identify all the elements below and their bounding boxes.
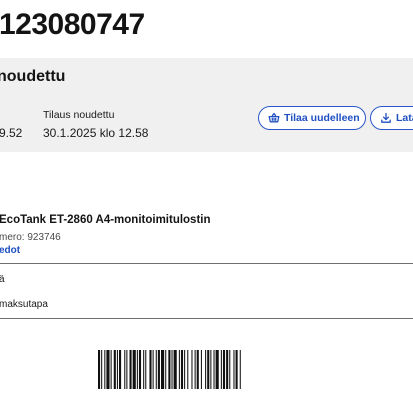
- barcode-bar: [126, 350, 128, 389]
- order-barcode: [98, 350, 241, 389]
- barcode-bar: [222, 350, 226, 389]
- barcode-bar: [213, 350, 215, 389]
- barcode-bar: [239, 350, 241, 389]
- barcode-bar: [110, 350, 112, 389]
- barcode-bar: [149, 350, 152, 389]
- barcode-bar: [191, 350, 193, 389]
- barcode-bar: [215, 350, 219, 389]
- barcode-bar: [165, 350, 167, 389]
- product-name: EcoTank ET-2860 A4-monitoimitulostin: [0, 214, 211, 226]
- barcode-bar: [173, 350, 177, 389]
- picked-up-label: Tilaus noudettu: [43, 109, 115, 121]
- barcode-bar: [196, 350, 199, 389]
- barcode-bar: [152, 350, 154, 389]
- basket-icon: [268, 112, 280, 124]
- picked-up-value: 30.1.2025 klo 12.58: [43, 126, 149, 140]
- barcode-bar: [194, 350, 196, 389]
- reorder-button[interactable]: Tilaa uudelleen: [258, 106, 366, 130]
- order-time-value: 9.52: [0, 126, 23, 140]
- barcode-bar: [104, 350, 106, 389]
- barcode-bar: [155, 350, 157, 389]
- section-divider: [0, 318, 413, 319]
- barcode-bar: [233, 350, 235, 389]
- barcode-bar: [235, 350, 238, 389]
- download-button[interactable]: Lata: [370, 106, 413, 130]
- barcode-bar: [168, 350, 171, 389]
- reorder-button-label: Tilaa uudelleen: [284, 112, 360, 124]
- barcode-bar: [143, 350, 145, 389]
- barcode-bar: [116, 350, 118, 389]
- barcode-bar: [229, 350, 231, 389]
- barcode-bar: [210, 350, 212, 389]
- barcode-bar: [106, 350, 110, 389]
- barcode-bar: [132, 350, 136, 389]
- barcode-bar: [119, 350, 122, 389]
- order-status-panel: noudettu 9.52 Tilaus noudettu 30.1.2025 …: [0, 58, 413, 152]
- order-number-heading: 123080747: [0, 8, 145, 41]
- barcode-bar: [124, 350, 126, 389]
- barcode-bar: [184, 350, 186, 389]
- download-icon: [380, 112, 392, 124]
- barcode-bar: [136, 350, 138, 389]
- barcode-bar: [207, 350, 210, 389]
- payment-method-row: maksutapa: [0, 299, 48, 310]
- barcode-bar: [157, 350, 160, 389]
- barcode-bar: [226, 350, 229, 389]
- barcode-bar: [220, 350, 222, 389]
- barcode-bar: [200, 350, 202, 389]
- delivery-row: ä: [0, 274, 5, 285]
- product-details-link[interactable]: edot: [0, 245, 20, 256]
- barcode-bar: [113, 350, 116, 389]
- barcode-bar: [101, 350, 103, 389]
- barcode-bar: [145, 350, 147, 389]
- order-status-title: noudettu: [0, 68, 66, 85]
- barcode-bar: [129, 350, 132, 389]
- barcode-bar: [161, 350, 165, 389]
- barcode-bar: [180, 350, 184, 389]
- barcode-bar: [98, 350, 101, 389]
- section-divider: [0, 263, 413, 264]
- product-number: mero: 923746: [0, 232, 61, 243]
- barcode-bar: [205, 350, 207, 389]
- barcode-bar: [171, 350, 173, 389]
- barcode-bar: [138, 350, 142, 389]
- order-details-page: 123080747 noudettu 9.52 Tilaus noudettu …: [0, 0, 413, 413]
- barcode-bar: [187, 350, 189, 389]
- barcode-bar: [178, 350, 180, 389]
- download-button-label: Lata: [396, 112, 413, 124]
